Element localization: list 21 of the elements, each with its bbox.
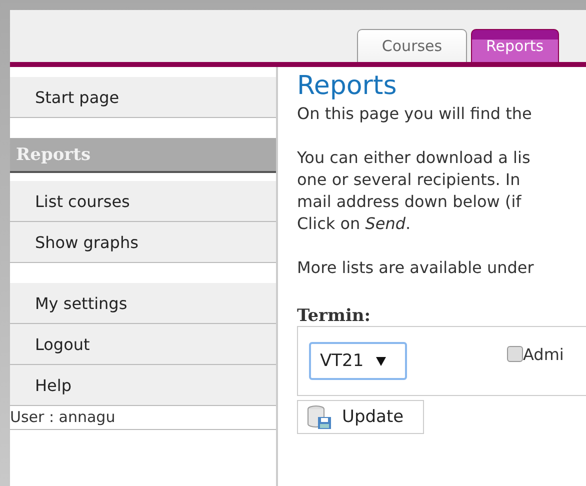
- paragraph: You can either download a lis one or several recipients. In mail address down below (if Click on Send.: [297, 147, 532, 235]
- term-dropdown[interactable]: VT21: [309, 342, 407, 380]
- database-save-icon: [306, 404, 332, 430]
- sidebar-item[interactable]: Show graphs: [10, 222, 276, 263]
- checkbox[interactable]: [507, 346, 523, 362]
- sidebar-item[interactable]: Help: [10, 365, 276, 406]
- update-button[interactable]: Update: [297, 400, 424, 434]
- sidebar-item[interactable]: List courses: [10, 181, 276, 222]
- paragraph: More lists are available under: [297, 257, 535, 279]
- sidebar-item[interactable]: Logout: [10, 324, 276, 365]
- user-label: User : annagu: [10, 406, 276, 430]
- checkbox-label: Admi: [523, 344, 564, 364]
- page-title: Reports: [297, 70, 398, 103]
- sidebar-item[interactable]: Start page: [10, 77, 276, 118]
- paragraph: On this page you will find the: [297, 103, 533, 125]
- tab[interactable]: Reports: [471, 29, 559, 62]
- tab[interactable]: Courses: [357, 29, 467, 62]
- sidebar-item[interactable]: My settings: [10, 283, 276, 324]
- caret-icon: [376, 356, 386, 366]
- field-label: Termin:: [297, 306, 372, 326]
- sidebar-heading: Reports: [10, 138, 276, 173]
